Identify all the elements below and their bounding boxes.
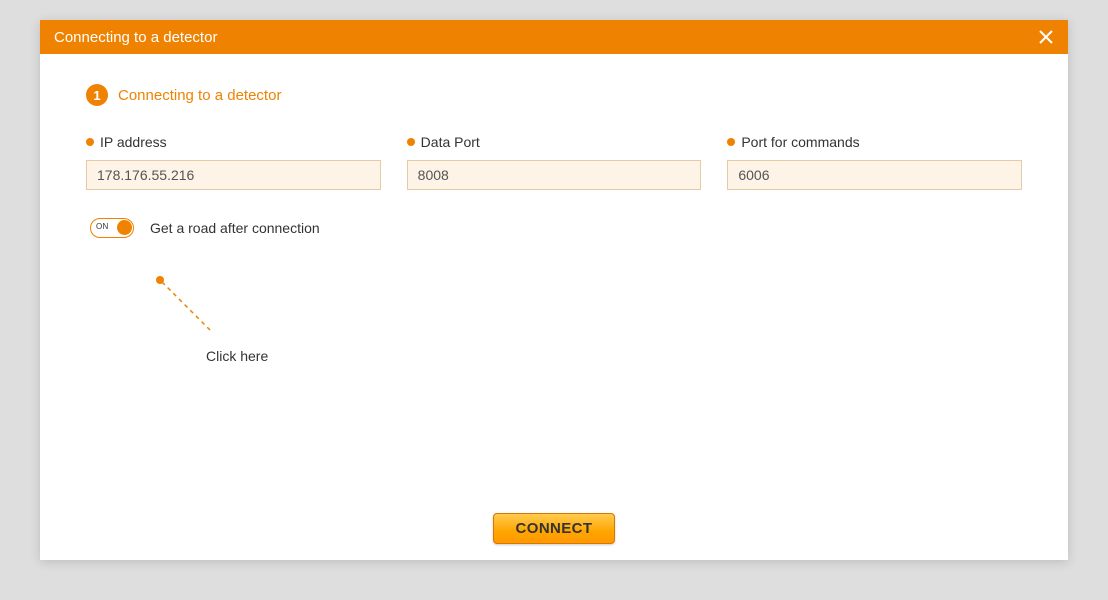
- ip-address-input[interactable]: [86, 160, 381, 190]
- field-ip-label: IP address: [86, 134, 381, 150]
- dialog-footer: CONNECT: [40, 513, 1068, 544]
- field-cmd-port-label: Port for commands: [727, 134, 1022, 150]
- toggle-state-label: ON: [96, 222, 109, 231]
- toggle-row: ON Get a road after connection: [90, 218, 1022, 238]
- ip-label-text: IP address: [100, 134, 167, 150]
- callout-text: Click here: [206, 348, 268, 364]
- close-button[interactable]: [1034, 25, 1058, 49]
- step-number-badge: 1: [86, 84, 108, 106]
- cmd-port-label-text: Port for commands: [741, 134, 859, 150]
- connect-button[interactable]: CONNECT: [493, 513, 616, 544]
- step-title: Connecting to a detector: [118, 87, 281, 104]
- close-icon: [1038, 29, 1054, 45]
- dialog-body: 1 Connecting to a detector IP address Da…: [40, 54, 1068, 560]
- bullet-icon: [86, 138, 94, 146]
- get-road-toggle[interactable]: ON: [90, 218, 134, 238]
- field-data-port: Data Port: [407, 134, 702, 190]
- bullet-icon: [727, 138, 735, 146]
- step-header: 1 Connecting to a detector: [86, 84, 1022, 106]
- command-port-input[interactable]: [727, 160, 1022, 190]
- data-port-label-text: Data Port: [421, 134, 480, 150]
- fields-row: IP address Data Port Port for commands: [86, 134, 1022, 190]
- toggle-knob: [117, 220, 132, 235]
- toggle-description: Get a road after connection: [150, 220, 320, 236]
- callout-arrow-icon: [154, 274, 224, 344]
- dialog-title: Connecting to a detector: [50, 29, 217, 46]
- bullet-icon: [407, 138, 415, 146]
- field-cmd-port: Port for commands: [727, 134, 1022, 190]
- field-ip: IP address: [86, 134, 381, 190]
- dialog-header: Connecting to a detector: [40, 20, 1068, 54]
- data-port-input[interactable]: [407, 160, 702, 190]
- field-data-port-label: Data Port: [407, 134, 702, 150]
- connect-detector-dialog: Connecting to a detector 1 Connecting to…: [40, 20, 1068, 560]
